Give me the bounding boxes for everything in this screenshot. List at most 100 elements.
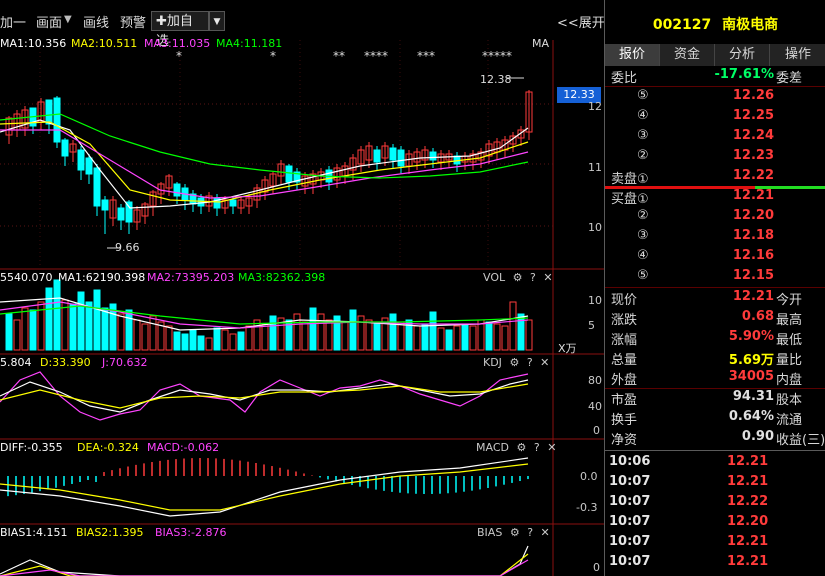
tab-quote[interactable]: 报价 [605,44,660,66]
sell-order-row[interactable]: ② 12.23 [605,148,825,168]
toolbar-item-add[interactable]: 加一 [0,12,26,31]
buy-order-row[interactable]: ⑤ 12.15 [605,268,825,288]
kdj-axis-tick: 40 [588,400,602,413]
bias2-label: BIAS2:1.395 [76,526,144,539]
volume-bar [405,319,413,351]
toolbar-item-screen[interactable]: 画面 [36,12,62,31]
gear-icon[interactable]: ⚙ [516,441,526,454]
kdj-legend: 5.804 D:33.390 J:70.632 [0,356,480,370]
volume-bar [485,321,493,351]
gear-icon[interactable]: ⚙ [513,271,523,284]
volume-bar [413,325,421,351]
add-watchlist-dropdown-icon[interactable]: ▼ [209,11,225,31]
bias3-label: BIAS3:-2.876 [155,526,227,539]
stat-label-secondary: 最高 [776,313,803,328]
stat-row: 外盘 34005 内盘 [605,369,825,389]
tick-time: 10:07 [609,494,651,509]
candle-body [85,157,93,175]
stat-label: 外盘 [611,373,638,388]
volume-bar [197,335,205,351]
macd-dea-label: DEA:-0.324 [77,441,139,454]
tab-funds[interactable]: 资金 [660,44,715,66]
tick-row[interactable]: 10:07 12.21 [605,554,825,574]
stock-name: 南极电商 [722,17,779,33]
candle-body [117,207,125,221]
stat-label: 涨幅 [611,333,638,348]
help-icon[interactable]: ? [527,356,533,369]
order-level: 卖盘① [611,172,649,187]
tick-row[interactable]: 10:07 12.22 [605,494,825,514]
order-level: ⑤ [637,268,649,283]
volume-bar [173,331,181,351]
add-watchlist-button[interactable]: ✚加自选 [151,11,209,49]
volume-bar [205,337,213,351]
volume-bar [309,307,317,351]
macd-axis-tick: 0.0 [580,470,598,483]
macd-indicator-name: MACD [476,441,509,454]
chart-canvas[interactable] [0,40,604,576]
buy-order-row[interactable]: ④ 12.16 [605,248,825,268]
volume-bar [261,323,269,351]
volume-bar [293,313,301,351]
order-price: 12.24 [732,128,774,143]
chevron-down-icon[interactable]: ▼ [64,14,72,25]
buy-order-row[interactable]: ③ 12.18 [605,228,825,248]
stock-header: 002127 南极电商 [605,14,825,34]
volume-bar [221,329,229,351]
volume-bar [21,307,29,351]
volume-bar [349,309,357,351]
volume-bar [85,301,93,351]
candle-body [429,151,437,161]
quote-panel: 002127 南极电商 报价 资金 分析 操作 委比 -17.61% 委差 ⑤ … [604,0,825,576]
gear-icon[interactable]: ⚙ [509,356,519,369]
tab-operation[interactable]: 操作 [770,44,825,66]
macd-value-label: MACD:-0.062 [147,441,220,454]
help-icon[interactable]: ? [534,441,540,454]
close-icon[interactable]: ✕ [540,356,549,369]
volume-bar [461,323,469,351]
close-icon[interactable]: ✕ [547,441,556,454]
help-icon[interactable]: ? [527,526,533,539]
tick-row[interactable]: 10:06 12.21 [605,454,825,474]
low-price-annotation: 9.66 [115,241,140,254]
volume-bar [421,323,429,351]
sell-order-row[interactable]: 卖盘① 12.22 [605,168,825,188]
order-level: ④ [637,108,649,123]
volume-bar [469,325,477,351]
order-price: 12.15 [732,268,774,283]
volume-ma2-label: MA2:73395.203 [147,271,235,284]
chart-area[interactable]: MA1:10.356 MA2:10.511 MA3:11.035 MA4:11.… [0,37,604,576]
buy-order-row[interactable]: 买盘① 12.21 [605,188,825,208]
order-price: 12.18 [732,228,774,243]
sell-order-row[interactable]: ⑤ 12.26 [605,88,825,108]
candle-body [53,97,61,143]
bias1-label: BIAS1:4.151 [0,526,68,539]
tick-row[interactable]: 10:07 12.20 [605,514,825,534]
volume-bar [5,313,13,351]
gear-icon[interactable]: ⚙ [510,526,520,539]
volume-bar [317,313,325,351]
tick-row[interactable]: 10:07 12.21 [605,534,825,554]
sell-order-row[interactable]: ④ 12.25 [605,108,825,128]
tab-analysis[interactable]: 分析 [715,44,770,66]
tick-price: 12.22 [727,494,769,509]
toolbar-item-draw[interactable]: 画线 [83,12,109,31]
help-icon[interactable]: ? [530,271,536,284]
expand-button[interactable]: <<展开 [557,12,605,31]
volume-ma1-label: MA1:62190.398 [58,271,146,284]
weibi-row: 委比 -17.61% 委差 [605,67,825,87]
volume-bar [341,321,349,351]
stock-code: 002127 [652,17,712,33]
volume-bar [429,311,437,351]
close-icon[interactable]: ✕ [543,271,552,284]
signal-marker: * [176,49,182,63]
stat-value: 12.21 [732,289,774,304]
stat-label-secondary: 收益(三) [776,433,825,448]
toolbar-item-alert[interactable]: 预警 [120,12,146,31]
volume-bar [373,323,381,351]
tick-price: 12.21 [727,534,769,549]
close-icon[interactable]: ✕ [541,526,550,539]
tick-row[interactable]: 10:07 12.21 [605,474,825,494]
sell-order-row[interactable]: ③ 12.24 [605,128,825,148]
buy-order-row[interactable]: ② 12.20 [605,208,825,228]
